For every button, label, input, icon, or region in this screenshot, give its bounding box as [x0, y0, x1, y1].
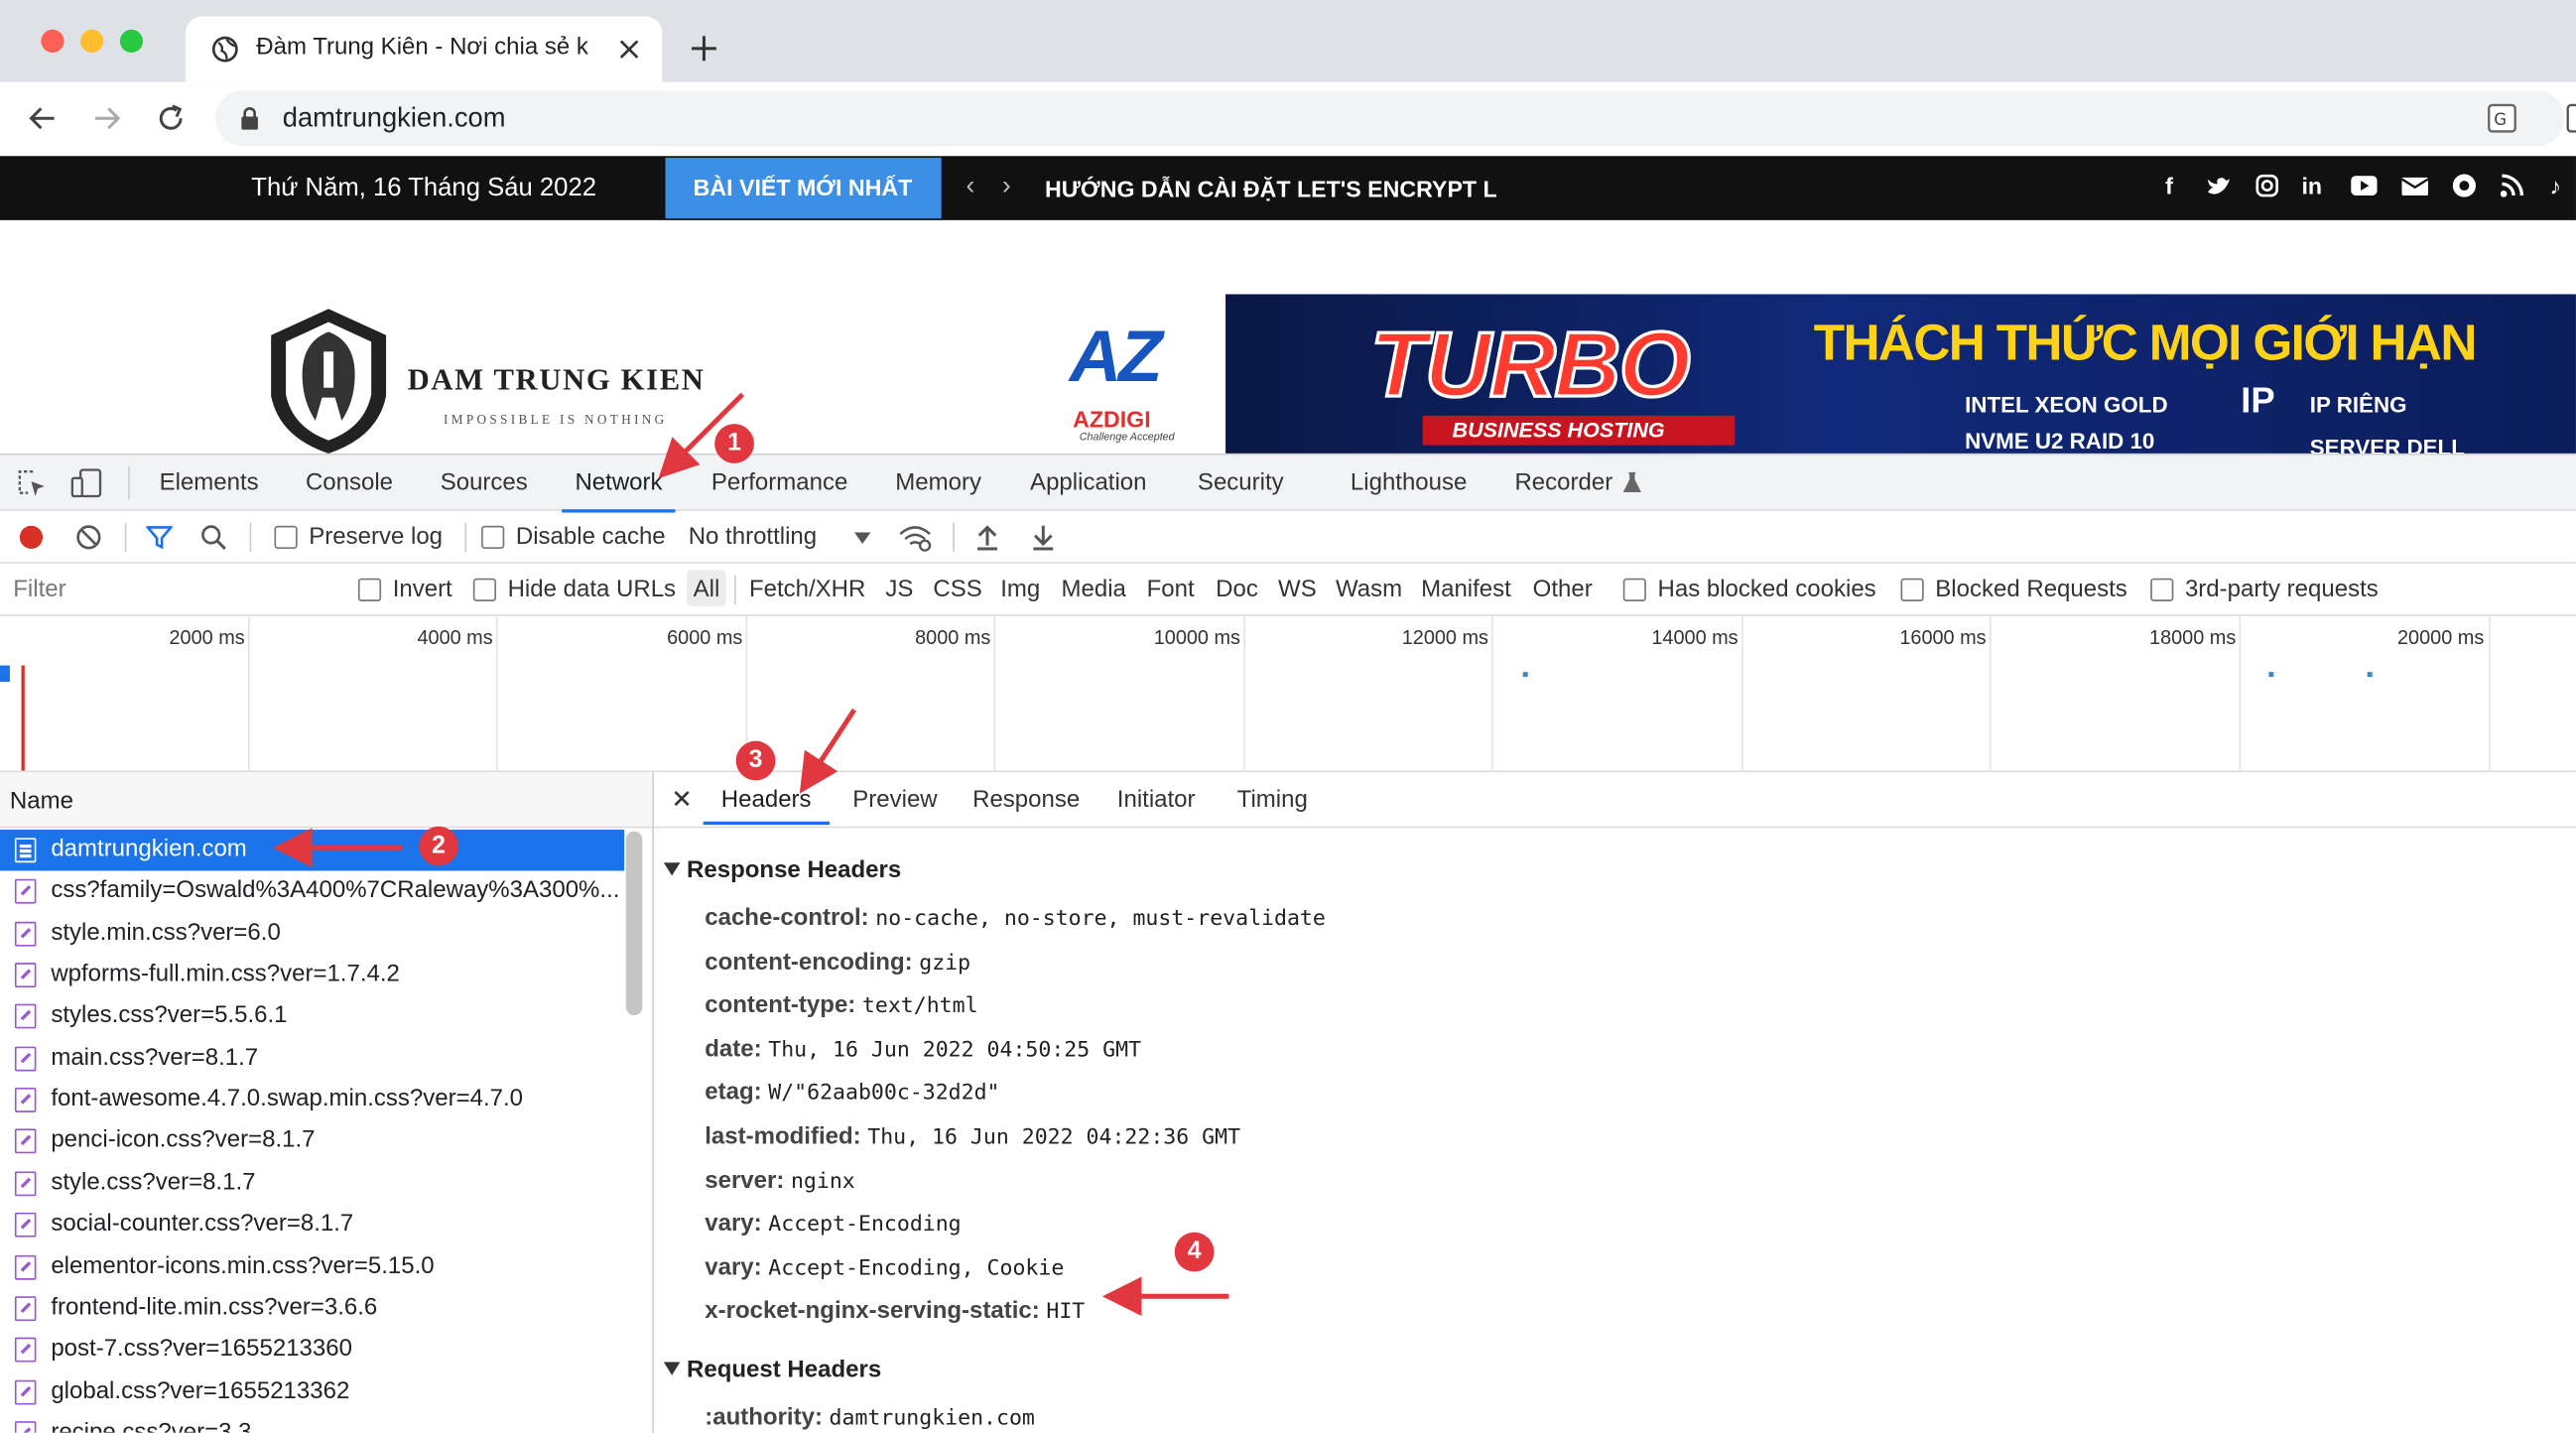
annotation-badge-4: 4 — [1174, 1232, 1215, 1272]
annotation-badge-2: 2 — [419, 826, 458, 866]
annotation-arrows — [272, 392, 1229, 1317]
annotation-badge-3: 3 — [735, 740, 776, 781]
arrow-to-headers-tab — [799, 708, 856, 794]
annotation-badge-1: 1 — [714, 424, 754, 463]
